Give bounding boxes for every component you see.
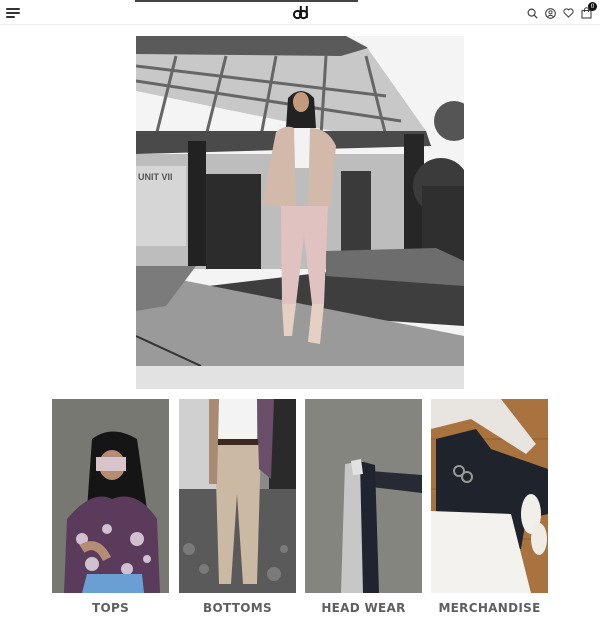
category-image-bottoms[interactable] (179, 399, 296, 593)
brand-logo-icon[interactable] (292, 4, 309, 21)
site-header: 0 (0, 0, 600, 25)
unit-sign-text: UNIT VII (138, 172, 173, 182)
hero-photo: UNIT VII (136, 36, 464, 366)
account-icon[interactable] (544, 6, 556, 20)
category-image-tops[interactable] (52, 399, 169, 593)
category-card-bottoms[interactable]: BOTTOMS (179, 399, 296, 615)
category-card-tops[interactable]: TOPS (52, 399, 169, 615)
category-card-merchandise[interactable]: MERCHANDISE (431, 399, 548, 615)
bag-icon[interactable]: 0 (580, 2, 597, 20)
category-card-head-wear[interactable]: HEAD WEAR (305, 399, 422, 615)
cart-count-badge: 0 (588, 2, 597, 11)
hamburger-menu-icon[interactable] (6, 8, 20, 18)
category-label-head-wear[interactable]: HEAD WEAR (305, 601, 422, 615)
category-label-tops[interactable]: TOPS (52, 601, 169, 615)
category-image-merchandise[interactable] (431, 399, 548, 593)
heart-icon[interactable] (562, 6, 574, 20)
category-label-bottoms[interactable]: BOTTOMS (179, 601, 296, 615)
hero-banner[interactable]: UNIT VII (136, 36, 464, 389)
top-image-edge (135, 0, 358, 2)
category-image-head-wear[interactable] (305, 399, 422, 593)
search-icon[interactable] (526, 6, 538, 20)
category-label-merchandise[interactable]: MERCHANDISE (431, 601, 548, 615)
